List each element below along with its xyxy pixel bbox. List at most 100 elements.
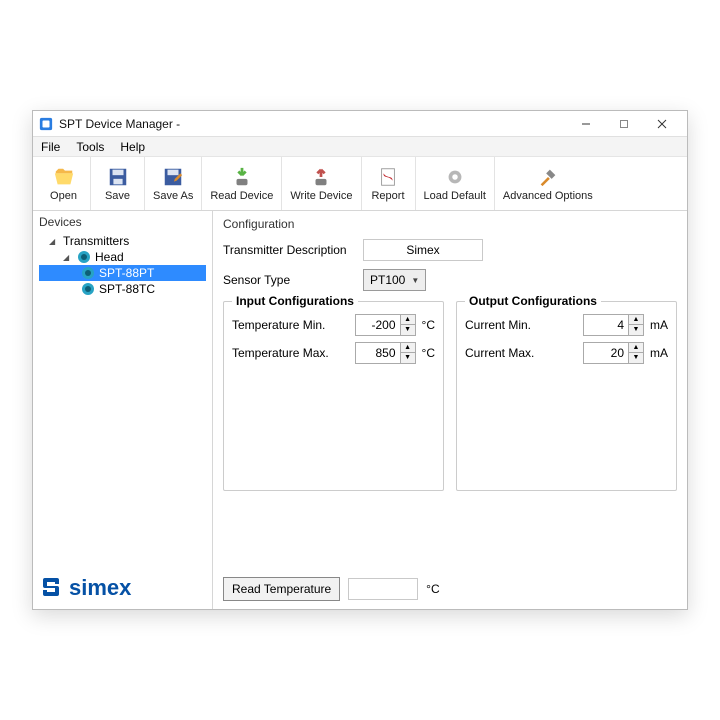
temp-min-label: Temperature Min. [232, 318, 355, 332]
floppy-icon [107, 166, 129, 188]
advanced-options-label: Advanced Options [503, 190, 593, 202]
temp-max-unit: °C [422, 346, 435, 360]
app-window: SPT Device Manager - File Tools Help Ope… [32, 110, 688, 610]
tree-node-spt88tc[interactable]: SPT-88TC [39, 281, 206, 297]
read-temperature-row: Read Temperature °C [223, 577, 440, 601]
read-temperature-button[interactable]: Read Temperature [223, 577, 340, 601]
sensor-type-row: Sensor Type PT100 ▼ [223, 269, 677, 291]
menu-tools[interactable]: Tools [72, 139, 108, 155]
tree-label: Head [95, 250, 124, 264]
config-panels: Input Configurations Temperature Min. ▲▼… [223, 301, 677, 491]
close-button[interactable] [643, 113, 681, 135]
brand-logo-icon [39, 575, 65, 601]
transmitter-description-label: Transmitter Description [223, 243, 363, 257]
brand-name: simex [69, 575, 131, 601]
menubar: File Tools Help [33, 137, 687, 157]
menu-file[interactable]: File [37, 139, 64, 155]
titlebar: SPT Device Manager - [33, 111, 687, 137]
chevron-down-icon: ▼ [411, 276, 419, 285]
expander-icon[interactable]: ◢ [49, 237, 59, 246]
sensor-type-label: Sensor Type [223, 273, 363, 287]
current-max-label: Current Max. [465, 346, 583, 360]
read-temperature-unit: °C [426, 582, 439, 596]
expander-icon[interactable]: ◢ [63, 253, 73, 262]
minimize-button[interactable] [567, 113, 605, 135]
temp-min-unit: °C [422, 318, 435, 332]
read-temperature-label: Read Temperature [232, 582, 331, 596]
device-icon [81, 266, 95, 280]
toolbar: Open Save Save As Read Device Write Devi… [33, 157, 687, 211]
tree-label: SPT-88PT [99, 266, 154, 280]
output-configurations-panel: Output Configurations Current Min. ▲▼ mA… [456, 301, 677, 491]
current-min-input[interactable] [583, 314, 629, 336]
current-min-unit: mA [650, 318, 668, 332]
current-min-spinner[interactable]: ▲▼ [583, 314, 644, 336]
spin-down-icon[interactable]: ▼ [401, 353, 415, 363]
temp-max-row: Temperature Max. ▲▼ °C [232, 342, 435, 364]
current-max-row: Current Max. ▲▼ mA [465, 342, 668, 364]
output-config-legend: Output Configurations [465, 294, 601, 308]
write-device-label: Write Device [290, 190, 352, 202]
tree-node-spt88pt[interactable]: SPT-88PT [39, 265, 206, 281]
report-button[interactable]: Report [362, 157, 416, 210]
read-temperature-output[interactable] [348, 578, 418, 600]
app-icon [39, 117, 53, 131]
temp-max-spinner[interactable]: ▲▼ [355, 342, 416, 364]
spin-up-icon[interactable]: ▲ [401, 343, 415, 353]
save-button[interactable]: Save [91, 157, 145, 210]
devices-heading: Devices [39, 215, 206, 229]
configuration-heading: Configuration [223, 217, 677, 231]
folder-open-icon [53, 166, 75, 188]
transmitter-description-input[interactable] [363, 239, 483, 261]
brand-logo: simex [39, 575, 131, 601]
current-max-unit: mA [650, 346, 668, 360]
device-group-icon [77, 250, 91, 264]
temp-min-row: Temperature Min. ▲▼ °C [232, 314, 435, 336]
write-device-button[interactable]: Write Device [282, 157, 361, 210]
tree-node-transmitters[interactable]: ◢ Transmitters [39, 233, 206, 249]
report-label: Report [371, 190, 404, 202]
tree-node-head[interactable]: ◢ Head [39, 249, 206, 265]
save-as-label: Save As [153, 190, 193, 202]
device-tree-panel: Devices ◢ Transmitters ◢ Head SPT-88PT [33, 211, 213, 609]
spin-down-icon[interactable]: ▼ [629, 353, 643, 363]
open-label: Open [50, 190, 77, 202]
tree-label: SPT-88TC [99, 282, 155, 296]
current-min-row: Current Min. ▲▼ mA [465, 314, 668, 336]
spin-up-icon[interactable]: ▲ [401, 315, 415, 325]
load-default-button[interactable]: Load Default [416, 157, 495, 210]
save-label: Save [105, 190, 130, 202]
spin-up-icon[interactable]: ▲ [629, 343, 643, 353]
read-device-label: Read Device [210, 190, 273, 202]
temp-max-label: Temperature Max. [232, 346, 355, 360]
open-button[interactable]: Open [37, 157, 91, 210]
temp-max-input[interactable] [355, 342, 401, 364]
floppy-pencil-icon [162, 166, 184, 188]
sensor-type-dropdown[interactable]: PT100 ▼ [363, 269, 426, 291]
save-as-button[interactable]: Save As [145, 157, 202, 210]
pdf-icon [377, 166, 399, 188]
body: Devices ◢ Transmitters ◢ Head SPT-88PT [33, 211, 687, 609]
transmitter-description-row: Transmitter Description [223, 239, 677, 261]
tools-icon [537, 166, 559, 188]
spin-up-icon[interactable]: ▲ [629, 315, 643, 325]
current-max-input[interactable] [583, 342, 629, 364]
load-default-label: Load Default [424, 190, 486, 202]
device-tree: ◢ Transmitters ◢ Head SPT-88PT SPT-88TC [39, 233, 206, 297]
read-device-button[interactable]: Read Device [202, 157, 282, 210]
current-max-spinner[interactable]: ▲▼ [583, 342, 644, 364]
input-configurations-panel: Input Configurations Temperature Min. ▲▼… [223, 301, 444, 491]
window-title: SPT Device Manager - [59, 117, 567, 131]
tree-label: Transmitters [63, 234, 129, 248]
maximize-button[interactable] [605, 113, 643, 135]
spin-down-icon[interactable]: ▼ [401, 325, 415, 335]
device-icon [81, 282, 95, 296]
gear-reset-icon [444, 166, 466, 188]
temp-min-input[interactable] [355, 314, 401, 336]
menu-help[interactable]: Help [116, 139, 149, 155]
advanced-options-button[interactable]: Advanced Options [495, 157, 601, 210]
input-config-legend: Input Configurations [232, 294, 358, 308]
spin-down-icon[interactable]: ▼ [629, 325, 643, 335]
temp-min-spinner[interactable]: ▲▼ [355, 314, 416, 336]
sensor-type-value: PT100 [370, 273, 405, 287]
